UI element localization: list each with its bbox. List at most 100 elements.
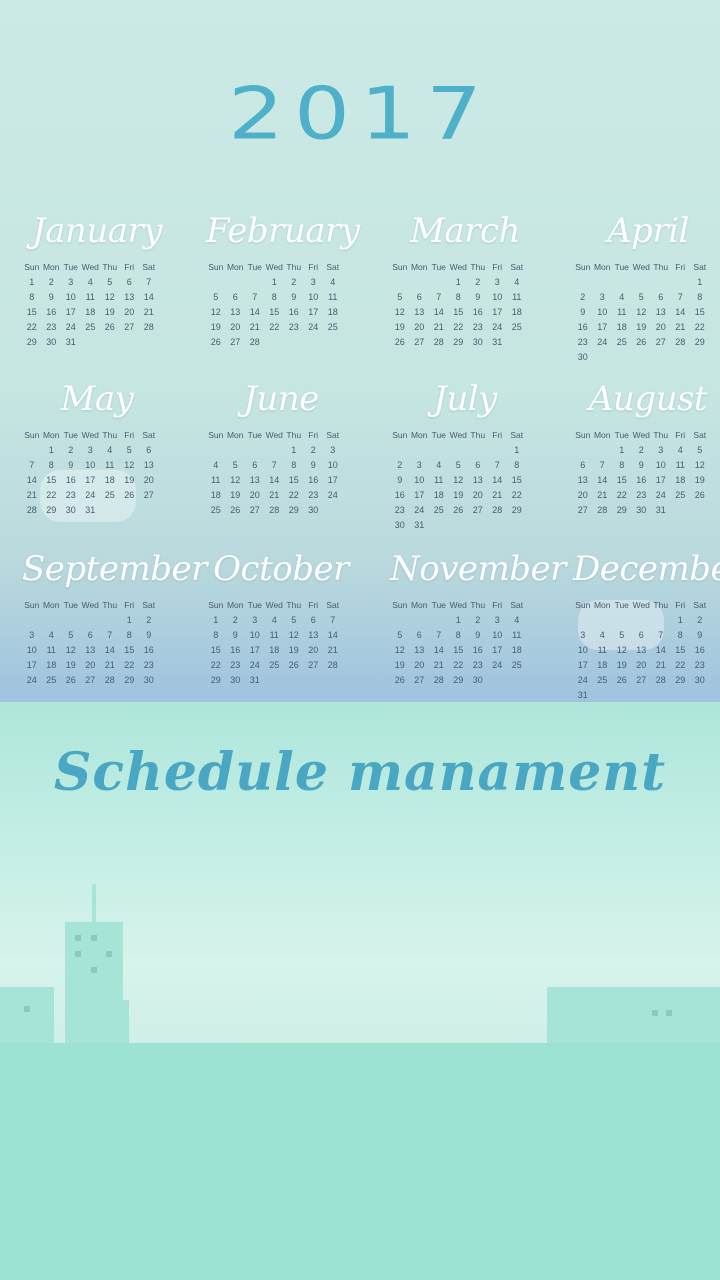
calendar-day: 10 [492, 630, 503, 640]
weekday-label: Mon [226, 262, 244, 272]
month-january: January Sun Mon Tue Wed Thu Fri Sat 1 2 3 4 5 6 7 8 9 10 1… [22, 200, 172, 348]
calendar-day: 17 [26, 660, 37, 670]
calendar-day: 6 [416, 630, 422, 640]
empty-day [593, 614, 613, 626]
weekday-header: Sun Mon Tue Wed Thu Fri Sat [22, 430, 172, 440]
weekday-label: Tue [614, 600, 629, 610]
calendar-day: 3 [658, 445, 664, 455]
calendar-day: 7 [436, 292, 442, 302]
calendar-day: 18 [511, 307, 522, 317]
calendar-day: 11 [46, 645, 56, 655]
weekday-label: Thu [102, 262, 118, 272]
calendar-day: 15 [210, 645, 221, 655]
month-name: October [213, 549, 349, 589]
calendar-day: 3 [494, 277, 500, 287]
calendar-day: 12 [65, 645, 76, 655]
month-name: August [588, 379, 708, 419]
calendar-day: 9 [310, 460, 316, 470]
calendar-day: 24 [26, 675, 37, 685]
calendar-day: 26 [230, 505, 241, 515]
ground [0, 1043, 720, 1280]
calendar-day: 26 [453, 505, 464, 515]
empty-day [245, 444, 265, 456]
calendar-day: 7 [494, 460, 500, 470]
calendar-day: 9 [580, 307, 586, 317]
calendar-day: 7 [271, 460, 277, 470]
calendar-day: 7 [330, 615, 336, 625]
calendar-day: 4 [514, 615, 520, 625]
calendar-day: 3 [310, 277, 316, 287]
calendar-day: 28 [597, 505, 608, 515]
calendar-day: 14 [597, 475, 608, 485]
calendar-day: 29 [124, 675, 135, 685]
calendar-day: 4 [514, 277, 520, 287]
weekday-label: Fri [492, 600, 503, 610]
calendar-day: 18 [433, 490, 444, 500]
calendar-day: 21 [249, 322, 260, 332]
weekday-label: Tue [63, 262, 78, 272]
calendar-day: 16 [230, 645, 241, 655]
building-window [75, 935, 81, 941]
weekday-label: Thu [470, 430, 486, 440]
calendar-day: 20 [414, 322, 425, 332]
weekday-label: Tue [247, 430, 262, 440]
calendar-day: 17 [655, 475, 666, 485]
calendar-day: 28 [249, 337, 260, 347]
calendar-day: 11 [675, 460, 685, 470]
calendar-day: 27 [577, 505, 588, 515]
calendar-day: 17 [577, 660, 588, 670]
month-days: 1 2 3 4 5 6 7 8 9 10 11 12 13 14 15 16 17 18 19 20 21 22 23 24 2… [573, 276, 720, 363]
calendar-day: 22 [616, 490, 627, 500]
calendar-day: 18 [85, 307, 96, 317]
calendar-day: 8 [697, 292, 703, 302]
calendar-day: 9 [638, 460, 644, 470]
calendar-day: 20 [143, 475, 154, 485]
calendar-day: 2 [475, 277, 481, 287]
calendar-day: 3 [330, 445, 336, 455]
calendar-day: 22 [453, 322, 464, 332]
calendar-day: 5 [68, 630, 74, 640]
month-name: May [60, 379, 134, 419]
weekday-label: Wed [449, 430, 467, 440]
month-days: 1 2 3 4 5 6 7 8 9 10 11 12 13 14 15 16 17 18 19 20 21 22 23 24 2… [390, 614, 540, 686]
month-july: July Sun Mon Tue Wed Thu Fri Sat 1 2 3 4 5 6 7 8 9 10 11 12… [390, 368, 540, 531]
calendar-day: 25 [85, 322, 96, 332]
weekday-label: Sun [392, 430, 408, 440]
calendar-day: 18 [327, 307, 338, 317]
calendar-day: 8 [271, 292, 277, 302]
calendar-day: 29 [46, 505, 57, 515]
empty-day [651, 276, 671, 288]
weekday-header: Sun Mon Tue Wed Thu Fri Sat [206, 430, 356, 440]
empty-day [206, 276, 226, 288]
weekday-label: Thu [286, 262, 302, 272]
calendar-day: 21 [433, 660, 444, 670]
calendar-day: 13 [636, 645, 647, 655]
weekday-label: Tue [614, 430, 629, 440]
calendar-day: 22 [675, 660, 686, 670]
calendar-day: 12 [210, 307, 221, 317]
calendar-day: 2 [291, 277, 297, 287]
empty-day [42, 614, 62, 626]
weekday-label: Sun [575, 262, 591, 272]
weekday-label: Sun [208, 430, 224, 440]
weekday-label: Sat [693, 262, 707, 272]
month-november: November Sun Mon Tue Wed Thu Fri Sat 1 2 3 4 5 6 7 8 9 10… [390, 538, 566, 686]
calendar-day: 28 [143, 322, 154, 332]
calendar-day: 13 [124, 292, 135, 302]
month-march: March Sun Mon Tue Wed Thu Fri Sat 1 2 3 4 5 6 7 8 9 10 11 1… [390, 200, 540, 348]
calendar-day: 14 [433, 645, 444, 655]
calendar-day: 29 [453, 337, 464, 347]
calendar-day: 14 [433, 307, 444, 317]
calendar-day: 6 [580, 460, 586, 470]
calendar-day: 3 [599, 292, 605, 302]
calendar-day: 15 [124, 645, 135, 655]
calendar-day: 28 [675, 337, 686, 347]
calendar-day: 10 [85, 460, 96, 470]
empty-day [410, 614, 430, 626]
month-name: December [573, 549, 720, 589]
tagline: Schedule manament [53, 742, 667, 803]
month-days: 1 2 3 4 5 6 7 8 9 10 11 12 13 14 15 16 17 18 19 20 21 22 23 24 2… [22, 444, 172, 516]
calendar-day: 21 [327, 645, 338, 655]
calendar-day: 16 [46, 307, 57, 317]
calendar-day: 11 [617, 307, 627, 317]
